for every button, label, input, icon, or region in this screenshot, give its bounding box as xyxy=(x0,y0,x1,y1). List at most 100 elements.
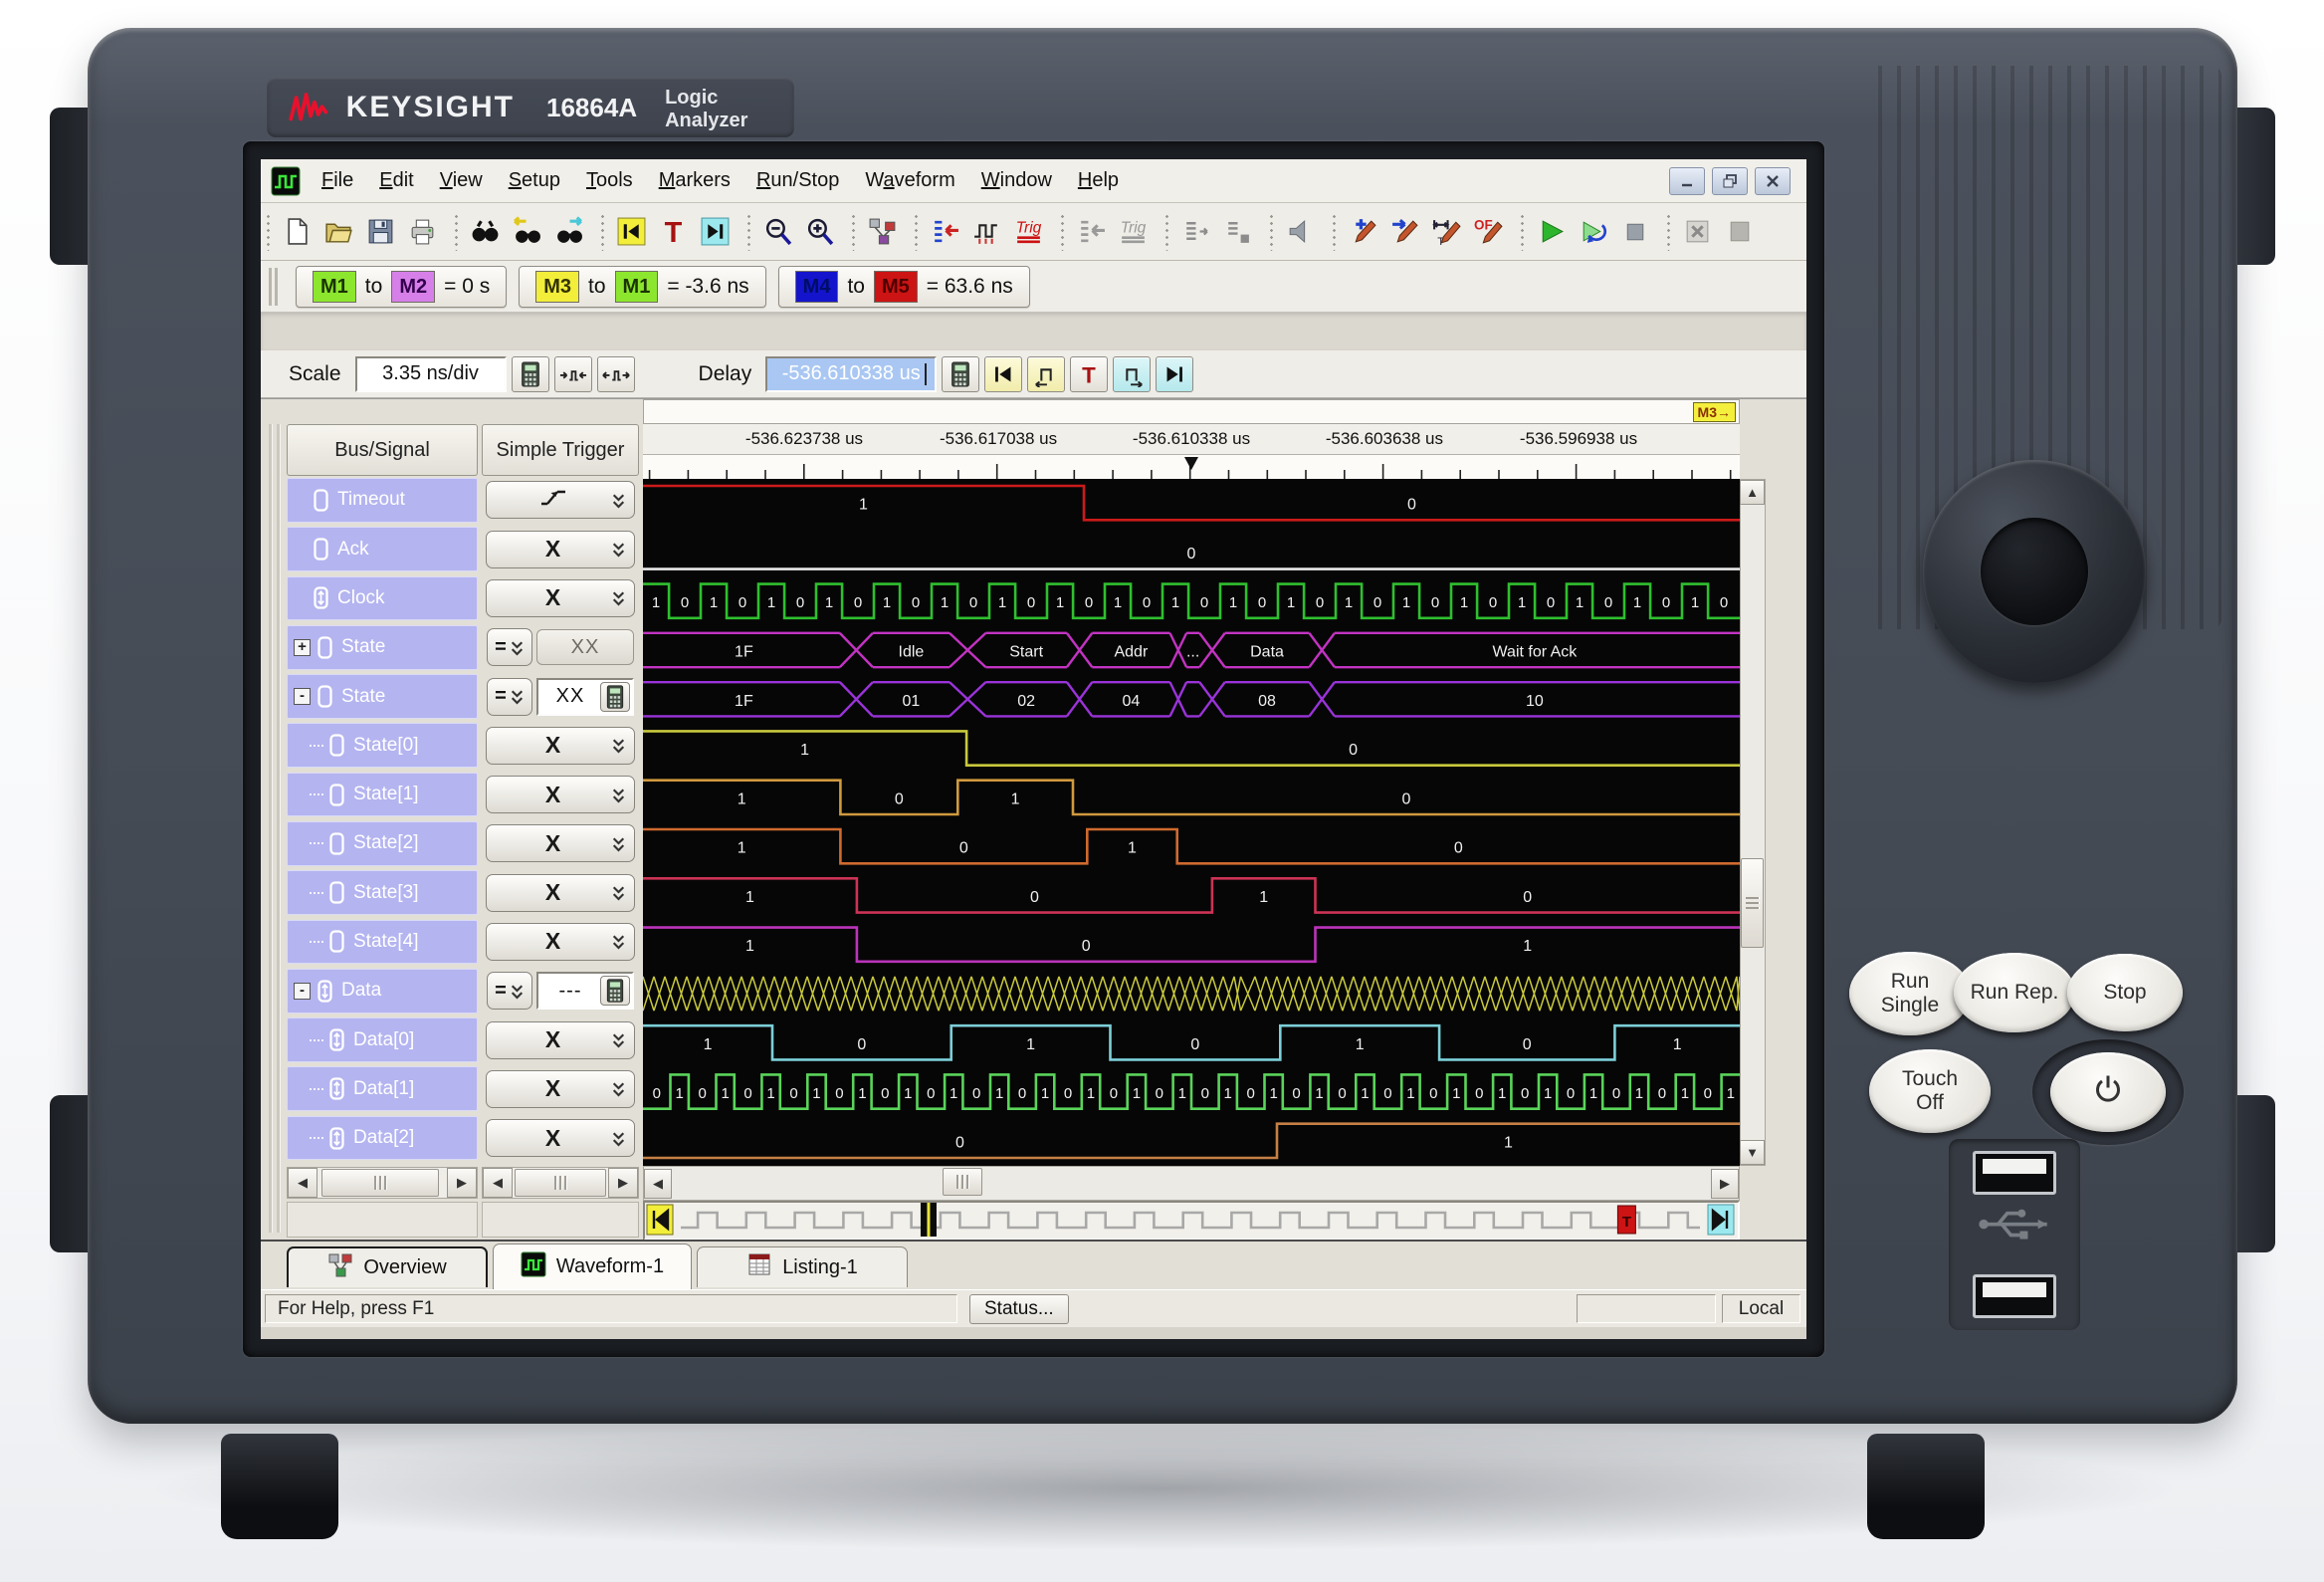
trigger-operator-dropdown[interactable]: = xyxy=(487,677,532,716)
edge-trigger-icon[interactable] xyxy=(965,210,1007,254)
trigger-value-dropdown[interactable]: X xyxy=(486,578,635,617)
goto-end-icon[interactable] xyxy=(694,210,736,254)
menu-setup[interactable]: Setup xyxy=(496,165,573,195)
waveform-vscrollbar[interactable]: ▲ ▼ xyxy=(1740,479,1766,1166)
minimize-button[interactable] xyxy=(1669,166,1705,195)
delay-calculator-button[interactable] xyxy=(942,355,980,392)
run-single-button[interactable]: Run Single xyxy=(1849,952,1971,1035)
zoom-in-time-button[interactable] xyxy=(553,355,592,392)
next-edge-button[interactable] xyxy=(1113,355,1152,392)
marker-readout-m1-m2[interactable]: M1 to M2 = 0 s xyxy=(296,265,508,308)
cancel-icon[interactable] xyxy=(1676,210,1718,254)
goto-begin-icon[interactable] xyxy=(610,210,652,254)
marker-add-icon[interactable] xyxy=(1342,210,1383,254)
print-icon[interactable] xyxy=(401,210,443,254)
menu-file[interactable]: File xyxy=(309,165,366,195)
marker-goto-icon[interactable] xyxy=(1383,210,1425,254)
open-folder-icon[interactable] xyxy=(317,210,359,254)
list-a-icon[interactable] xyxy=(1174,210,1216,254)
marker-width-icon[interactable]: T xyxy=(1425,210,1467,254)
trigger-edge-dropdown[interactable] xyxy=(486,481,635,520)
blank-icon[interactable] xyxy=(1718,210,1760,254)
find-icon[interactable] xyxy=(464,210,506,254)
trigger-operator-dropdown[interactable]: = xyxy=(487,628,532,667)
signal-row-timeout[interactable]: Timeout xyxy=(287,478,478,523)
expand-icon[interactable]: + xyxy=(294,638,311,656)
speaker-icon[interactable] xyxy=(1279,210,1321,254)
signal-row-ack[interactable]: Ack xyxy=(287,527,478,572)
trigger-value-dropdown[interactable]: X xyxy=(486,776,635,814)
m3-marker-flag[interactable]: M3→ xyxy=(1692,402,1736,422)
trigger-value-dropdown[interactable]: X xyxy=(486,530,635,568)
trigger-value-dropdown[interactable]: X xyxy=(486,1069,635,1108)
listing-trigger-gray-icon[interactable] xyxy=(1070,210,1112,254)
signal-row-data2[interactable]: Data[2] xyxy=(287,1115,478,1161)
run-icon[interactable] xyxy=(1530,210,1572,254)
new-doc-icon[interactable] xyxy=(276,210,317,254)
goto-begin-button[interactable] xyxy=(984,355,1023,392)
usb-port-top[interactable] xyxy=(1973,1151,2056,1195)
tab-listing-1[interactable]: Listing-1 xyxy=(697,1246,908,1287)
stop-button[interactable]: Stop xyxy=(2067,954,2183,1031)
signal-row-state[interactable]: + State xyxy=(287,624,478,670)
tab-waveform-1[interactable]: Waveform-1 xyxy=(493,1243,692,1289)
marker-readout-m3-m1[interactable]: M3 to M1 = -3.6 ns xyxy=(519,265,766,308)
acquisition-overview-bar[interactable]: T xyxy=(643,1201,1740,1241)
run-rep-button[interactable]: Run Rep. xyxy=(1954,953,2075,1032)
listing-trigger-icon[interactable] xyxy=(924,210,965,254)
signal-row-data1[interactable]: Data[1] xyxy=(287,1066,478,1112)
menu-runstop[interactable]: Run/Stop xyxy=(743,165,852,195)
save-icon[interactable] xyxy=(359,210,401,254)
menu-markers[interactable]: Markers xyxy=(646,165,743,195)
usb-port-bottom[interactable] xyxy=(1973,1274,2056,1318)
previous-edge-button[interactable] xyxy=(1027,355,1066,392)
bus-pane-hscrollbar[interactable]: ◀ ▶ xyxy=(287,1167,478,1199)
list-b-icon[interactable] xyxy=(1216,210,1258,254)
trigger-pane-hscrollbar[interactable]: ◀ ▶ xyxy=(482,1167,639,1199)
zoom-out-icon[interactable] xyxy=(756,210,798,254)
goto-trigger-icon[interactable]: T xyxy=(652,210,694,254)
marker-of-icon[interactable]: OF xyxy=(1467,210,1509,254)
find-next-icon[interactable] xyxy=(547,210,589,254)
touch-off-button[interactable]: Touch Off xyxy=(1869,1049,1991,1133)
calculator-icon[interactable] xyxy=(600,976,630,1007)
collapse-icon[interactable]: - xyxy=(294,688,311,706)
signal-row-data[interactable]: - Data xyxy=(287,968,478,1014)
close-button[interactable] xyxy=(1755,166,1791,195)
trigger-value-dropdown[interactable]: X xyxy=(486,824,635,863)
waveform-hscrollbar[interactable]: ◀ ▶ xyxy=(643,1166,1740,1201)
trigger-pattern-input[interactable]: XX xyxy=(536,677,634,716)
find-prev-icon[interactable] xyxy=(506,210,547,254)
trig-red-icon[interactable]: Trig xyxy=(1007,210,1049,254)
trigger-operator-dropdown[interactable]: = xyxy=(487,972,532,1011)
signal-row-state4[interactable]: State[4] xyxy=(287,919,478,965)
signal-row-state3[interactable]: State[3] xyxy=(287,870,478,916)
goto-end-button[interactable] xyxy=(1156,355,1194,392)
trigger-value-dropdown[interactable]: X xyxy=(486,1020,635,1059)
scale-input[interactable]: 3.35 ns/div xyxy=(354,355,507,392)
signal-row-state[interactable]: - State xyxy=(287,674,478,719)
waveform-display[interactable]: 1001010101010101010101010101010101010101… xyxy=(642,479,1741,1166)
collapse-icon[interactable]: - xyxy=(294,982,311,1000)
restore-button[interactable] xyxy=(1712,166,1748,195)
run-repetitive-icon[interactable] xyxy=(1572,210,1613,254)
trigger-value-dropdown[interactable]: X xyxy=(486,922,635,961)
trigger-pattern-value[interactable]: XX xyxy=(536,629,634,666)
rotary-knob[interactable] xyxy=(1923,460,2146,683)
trig-gray-icon[interactable]: Trig xyxy=(1112,210,1154,254)
signal-row-data0[interactable]: Data[0] xyxy=(287,1017,478,1062)
trigger-pattern-input[interactable]: --- xyxy=(536,972,634,1011)
trigger-value-dropdown[interactable]: X xyxy=(486,873,635,912)
status-button[interactable]: Status... xyxy=(969,1294,1069,1324)
scale-calculator-button[interactable] xyxy=(511,355,549,392)
calculator-icon[interactable] xyxy=(600,681,630,712)
signal-row-state2[interactable]: State[2] xyxy=(287,821,478,866)
menu-window[interactable]: Window xyxy=(968,165,1065,195)
menu-waveform[interactable]: Waveform xyxy=(852,165,967,195)
signal-row-state0[interactable]: State[0] xyxy=(287,723,478,769)
menu-help[interactable]: Help xyxy=(1065,165,1132,195)
marker-readout-m4-m5[interactable]: M4 to M5 = 63.6 ns xyxy=(777,265,1030,308)
zoom-in-icon[interactable] xyxy=(798,210,840,254)
tab-overview[interactable]: Overview xyxy=(287,1246,488,1287)
menu-edit[interactable]: Edit xyxy=(366,165,426,195)
